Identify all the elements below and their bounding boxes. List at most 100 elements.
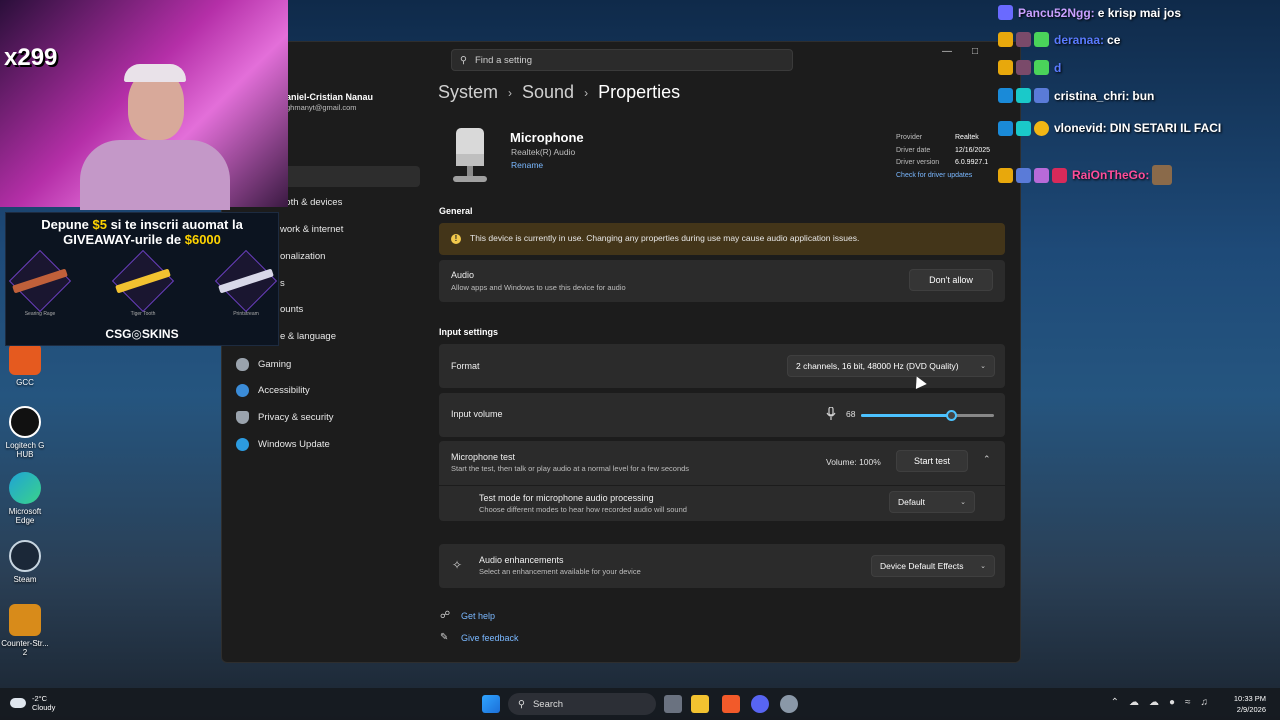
nav-item-privacy[interactable]: Privacy & security: [236, 411, 334, 424]
volume-icon[interactable]: ♫: [1201, 697, 1209, 708]
webcam-overlay: x299: [0, 0, 288, 210]
gaming-icon: [236, 358, 249, 371]
desktop-icon-label: Counter-Str... 2: [1, 639, 49, 657]
brave-icon[interactable]: [722, 695, 740, 713]
weather-desc: Cloudy: [32, 703, 56, 712]
test-mode-dropdown[interactable]: Default ⌄: [889, 491, 975, 513]
taskbar-search-label: Search: [532, 698, 564, 710]
test-mode-subtitle: Choose different modes to hear how recor…: [479, 505, 687, 514]
start-button[interactable]: [482, 695, 500, 713]
microphone-tray-icon[interactable]: ●: [1169, 697, 1175, 708]
task-view-icon[interactable]: [664, 695, 682, 713]
enhancements-subtitle: Select an enhancement available for your…: [479, 567, 641, 576]
cloud-sync-icon[interactable]: ☁: [1129, 697, 1139, 708]
chat-message: ce: [1107, 32, 1121, 47]
settings-search[interactable]: ⚲ Find a setting: [451, 49, 793, 71]
system-tray: ⌃ ☁ ☁ ● ≈ ♫: [1111, 697, 1208, 708]
desktop-icon-steam[interactable]: Steam: [0, 540, 50, 584]
format-dropdown[interactable]: 2 channels, 16 bit, 48000 Hz (DVD Qualit…: [787, 355, 995, 377]
chevron-right-icon: ›: [584, 85, 589, 100]
user-badge-icon: [1016, 60, 1031, 75]
chat-user: vlonevid:: [1054, 121, 1107, 135]
dont-allow-button[interactable]: Don't allow: [909, 269, 993, 291]
chat-user: Pancu52Ngg:: [1018, 5, 1095, 20]
clock[interactable]: 10:33 PM 2/9/2026: [1234, 693, 1266, 715]
chevron-down-icon: ⌄: [980, 563, 986, 570]
gcc-icon: [9, 343, 41, 375]
start-test-button[interactable]: Start test: [896, 450, 968, 472]
desktop-icon-label: Logitech G HUB: [5, 441, 45, 459]
minimize-button[interactable]: —: [942, 46, 952, 57]
file-explorer-icon[interactable]: [691, 695, 709, 713]
chat-user: deranaa:: [1054, 32, 1105, 47]
nav-item-gaming[interactable]: Gaming: [236, 358, 291, 371]
test-mode-value: Default: [898, 497, 925, 507]
nav-item-accessibility[interactable]: Accessibility: [236, 384, 310, 397]
chat-message: DIN SETARI IL FACI: [1109, 121, 1222, 135]
nav-item-bluetooth[interactable]: ooth & devices: [280, 197, 342, 208]
gift-icon: [1034, 167, 1049, 183]
search-icon: ⚲: [518, 698, 525, 710]
nav-item-windows-update[interactable]: Windows Update: [236, 438, 330, 451]
driver-update-link[interactable]: Check for driver updates: [896, 172, 972, 179]
user-badge-icon: [1034, 88, 1049, 103]
coin-icon: [1034, 120, 1049, 136]
get-help-link[interactable]: Get help: [461, 611, 495, 621]
user-badge-icon: [1016, 88, 1031, 103]
ad-amount: $5: [92, 217, 107, 232]
nav-label: Windows Update: [258, 439, 330, 450]
desktop-icon-cs2[interactable]: Counter-Str... 2: [0, 604, 50, 657]
enhancements-value: Device Default Effects: [880, 561, 964, 571]
taskbar-search[interactable]: ⚲ Search: [508, 693, 656, 715]
microphone-test-card: Microphone test Start the test, then tal…: [439, 441, 1005, 521]
enhancements-dropdown[interactable]: Device Default Effects ⌄: [871, 555, 995, 577]
chevron-up-icon[interactable]: ⌃: [983, 454, 991, 465]
desktop-icon-logitech[interactable]: Logitech G HUB: [0, 406, 50, 459]
nav-item-network[interactable]: work & internet: [280, 224, 343, 235]
warning-icon: !: [451, 234, 461, 244]
ad-brand: CSG◎SKINS: [105, 327, 179, 341]
microphone-small-icon: [826, 407, 836, 420]
cloud-icon[interactable]: ☁: [1149, 697, 1159, 708]
chevron-right-icon: ›: [508, 85, 513, 100]
audio-setting-card: Audio Allow apps and Windows to use this…: [439, 260, 1005, 302]
mic-test-volume: Volume: 100%: [826, 457, 881, 467]
rename-link[interactable]: Rename: [511, 160, 543, 170]
chevron-down-icon: ⌄: [960, 499, 966, 506]
driver-version: 6.0.9927.1: [955, 159, 989, 166]
chat-line: RaiOnTheGo:: [998, 165, 1173, 185]
driver-date-label: Driver date: [896, 146, 931, 154]
ad-amount: $6000: [184, 232, 221, 247]
nav-item-apps[interactable]: s: [280, 278, 285, 289]
slider-thumb[interactable]: [946, 410, 958, 421]
weather-widget[interactable]: -2°C Cloudy: [10, 694, 55, 712]
mic-test-subtitle: Start the test, then talk or play audio …: [451, 464, 690, 473]
nav-label: onalization: [280, 251, 326, 262]
format-label: Format: [451, 361, 480, 371]
mic-test-title: Microphone test: [451, 452, 516, 462]
discord-icon[interactable]: [751, 695, 769, 713]
skin-row: Searing Rage Tiger Tooth Printstream: [8, 249, 278, 321]
input-volume-slider[interactable]: [861, 410, 994, 421]
give-feedback-link[interactable]: Give feedback: [461, 633, 519, 643]
nav-label: Gaming: [258, 359, 292, 370]
nav-item-language[interactable]: e & language: [280, 331, 336, 342]
breadcrumb-sound[interactable]: Sound: [522, 82, 574, 103]
desktop-icon-gcc[interactable]: GCC: [0, 343, 50, 387]
maximize-button[interactable]: □: [972, 46, 978, 57]
steam-icon: [9, 540, 41, 572]
device-subtitle: Realtek(R) Audio: [511, 147, 576, 157]
section-general: General: [439, 206, 473, 216]
weather-temp: -2°C: [32, 694, 48, 703]
breadcrumb-system[interactable]: System: [438, 82, 498, 103]
nav-label: s: [280, 278, 285, 289]
wifi-icon[interactable]: ≈: [1185, 697, 1191, 708]
chat-message: bun: [1132, 88, 1155, 103]
chevron-up-icon[interactable]: ⌃: [1111, 697, 1119, 708]
nav-item-accounts[interactable]: ounts: [280, 304, 303, 315]
test-mode-title: Test mode for microphone audio processin…: [479, 493, 654, 503]
settings-gear-icon[interactable]: [780, 695, 798, 713]
ad-text: si te inscrii auomat la: [106, 217, 243, 232]
nav-item-personalization[interactable]: onalization: [280, 251, 325, 262]
desktop-icon-edge[interactable]: Microsoft Edge: [0, 472, 50, 525]
